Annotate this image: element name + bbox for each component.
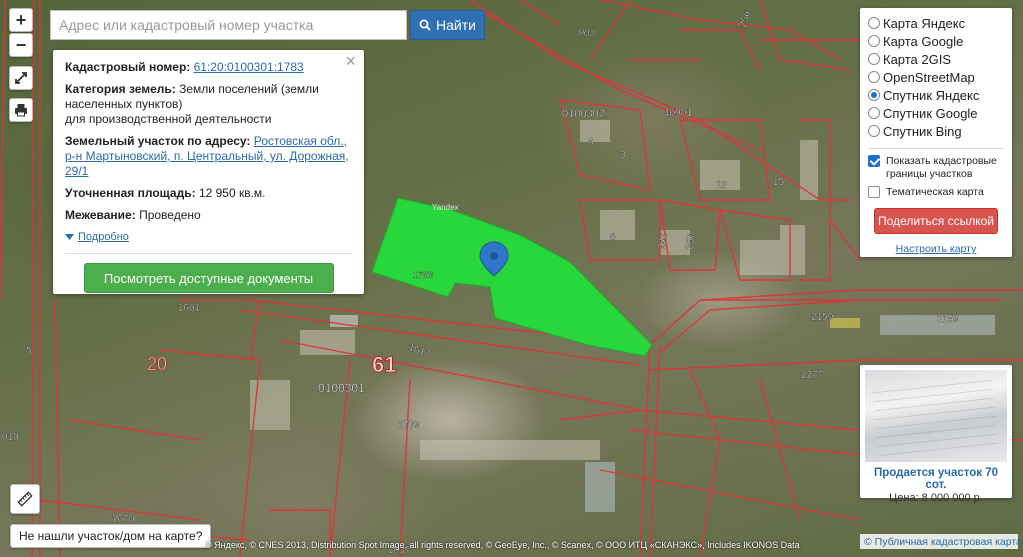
plot-for-sale-ad[interactable]: Продается участок 70 сот. Цена: 8 000 00…	[860, 365, 1012, 504]
map-layers-panel: Карта Яндекс Карта Google Карта 2GIS OpenSt…	[860, 8, 1012, 257]
ad-title: Продается участок 70 сот.	[874, 467, 998, 491]
cadastral-number-label: Кадастровый номер:	[65, 60, 191, 74]
layer-option[interactable]: Карта 2GIS	[868, 50, 1004, 68]
zoom-out-button[interactable]: −	[9, 33, 33, 57]
thematic-map-toggle[interactable]: Тематическая карта	[868, 186, 1004, 199]
layer-option[interactable]: Спутник Google	[868, 104, 1004, 122]
layer-radio[interactable]	[868, 35, 880, 47]
public-cadastral-map-link[interactable]: © Публичная кадастровая карта	[860, 534, 1022, 549]
quarter-label-ne: 0100302	[562, 108, 605, 120]
layer-option-label: Карта 2GIS	[883, 51, 952, 67]
search-input[interactable]	[50, 10, 407, 40]
ad-thumbnail-image	[865, 370, 1007, 462]
land-use-value: для производственной деятельности	[65, 112, 272, 126]
label-3: 3	[620, 150, 626, 161]
zoom-in-button[interactable]: +	[9, 8, 33, 32]
quarter-label-main: 0100301	[318, 381, 365, 395]
layer-option[interactable]: OpenStreetMap	[868, 68, 1004, 86]
address-label: Земельный участок по адресу:	[65, 134, 251, 148]
survey-row: Межевание: Проведено	[65, 208, 352, 223]
label-2277: 2277	[801, 370, 824, 381]
layer-radio[interactable]	[868, 89, 880, 101]
survey-value: Проведено	[139, 208, 201, 222]
layer-option-label: Спутник Яндекс	[883, 87, 980, 103]
view-documents-button[interactable]: Посмотреть доступные документы	[83, 263, 334, 293]
layer-option[interactable]: Карта Google	[868, 32, 1004, 50]
plot-info-popup: × Кадастровый номер: 61:20:0100301:1783 …	[53, 50, 364, 294]
triangle-down-icon	[65, 234, 74, 240]
land-category-label: Категория земель:	[65, 82, 176, 96]
layer-radio[interactable]	[868, 107, 880, 119]
zone-label: 20	[147, 354, 167, 374]
plot-number-label: 1783	[413, 270, 433, 280]
not-found-button[interactable]: Не нашли участок/дом на карте?	[10, 524, 212, 548]
area-label: Уточненная площадь:	[65, 186, 196, 200]
search-button-label: Найти	[436, 17, 476, 33]
cadastral-number-row: Кадастровый номер: 61:20:0100301:1783	[65, 60, 352, 75]
ruler-button[interactable]	[10, 484, 40, 514]
label-8: 8	[610, 232, 616, 243]
label-1612: 1612	[407, 342, 432, 359]
print-icon	[15, 104, 27, 117]
label-250: 250	[684, 232, 698, 251]
cadastral-number-link[interactable]: 61:20:0100301:1783	[194, 60, 304, 74]
setup-map-link[interactable]: Настроить карту	[868, 243, 1004, 255]
area-value: 12 950 кв.м.	[198, 186, 266, 200]
label-6: 6	[588, 137, 594, 148]
layer-radio[interactable]	[868, 17, 880, 29]
layer-radio[interactable]	[868, 71, 880, 83]
search-icon	[419, 19, 431, 31]
fullscreen-button[interactable]	[9, 66, 33, 90]
layer-option-label: Карта Google	[883, 33, 964, 49]
label-2159-a: 2159	[811, 312, 834, 323]
layer-option-label: Спутник Bing	[883, 123, 962, 139]
layer-option-label: OpenStreetMap	[883, 69, 975, 85]
layer-radio[interactable]	[868, 125, 880, 137]
more-details-toggle[interactable]: Подробно	[65, 230, 352, 245]
land-category-row: Категория земель: Земли поселений (земли…	[65, 82, 352, 127]
survey-label: Межевание:	[65, 208, 136, 222]
layer-radio[interactable]	[868, 53, 880, 65]
show-borders-label: Показать кадастровые границы участков	[886, 155, 997, 180]
layer-option[interactable]: Спутник Bing	[868, 122, 1004, 140]
label-40901: 40901	[664, 108, 692, 119]
more-details-link[interactable]: Подробно	[78, 230, 129, 245]
thematic-map-label: Тематическая карта	[886, 186, 984, 198]
print-button[interactable]	[9, 98, 33, 122]
label-902: 902	[578, 27, 596, 40]
district-label: 61	[372, 352, 396, 377]
ruler-icon	[17, 491, 33, 507]
label-1779: 1779	[398, 420, 421, 431]
layer-option-label: Спутник Google	[883, 105, 978, 121]
expand-icon	[15, 72, 27, 84]
address-row: Земельный участок по адресу: Ростовская …	[65, 134, 352, 179]
label-15: 15	[773, 177, 785, 188]
search-button[interactable]: Найти	[410, 10, 485, 40]
label-010: 010	[2, 432, 19, 443]
label-13: 13	[716, 180, 728, 191]
map-copyright: © Яндекс, © CNES 2013, Distribution Spot…	[205, 540, 800, 550]
ad-price: Цена: 8 000 000 р.	[889, 492, 983, 504]
area-row: Уточненная площадь: 12 950 кв.м.	[65, 186, 352, 201]
yandex-watermark: Yandex	[432, 203, 459, 212]
label-2159-b: 2159	[937, 314, 960, 325]
show-borders-toggle[interactable]: Показать кадастровые границы участков	[868, 155, 1004, 181]
thematic-map-checkbox[interactable]	[868, 186, 880, 198]
close-icon[interactable]: ×	[345, 52, 356, 70]
layer-option[interactable]: Спутник Яндекс	[868, 86, 1004, 104]
popup-divider	[65, 253, 352, 254]
layer-option-label: Карта Яндекс	[883, 15, 966, 31]
share-link-button[interactable]: Поделиться ссылкой	[874, 208, 998, 234]
layers-divider	[868, 148, 1004, 149]
show-borders-checkbox[interactable]	[868, 155, 880, 167]
layer-option[interactable]: Карта Яндекс	[868, 14, 1004, 32]
label-5: 5	[26, 346, 32, 357]
label-1601: 1601	[178, 303, 201, 314]
